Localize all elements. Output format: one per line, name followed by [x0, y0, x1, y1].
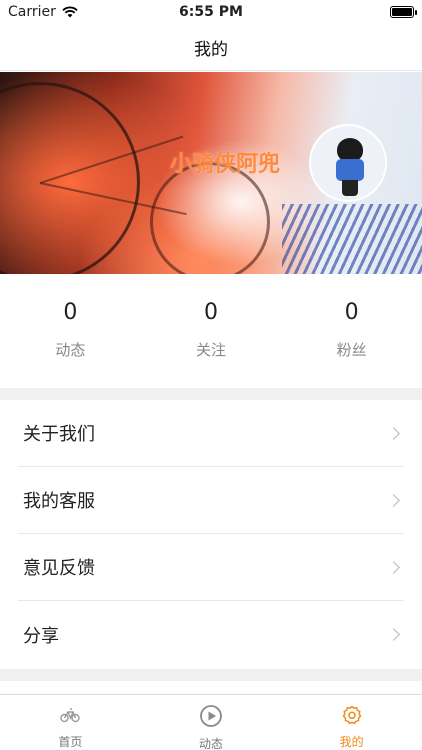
- menu-item-label: 我的客服: [23, 491, 95, 512]
- stat-posts[interactable]: 0 动态: [0, 296, 141, 388]
- chevron-right-icon: [387, 493, 400, 507]
- stat-label: 动态: [55, 341, 86, 359]
- menu-item-label: 分享: [23, 625, 59, 647]
- gear-icon: [341, 705, 363, 725]
- brush-stroke-decoration: [282, 204, 422, 274]
- banner-username: 小骑侠阿兜: [170, 152, 281, 177]
- chevron-right-icon: [387, 560, 400, 574]
- tab-home[interactable]: 首页: [0, 695, 141, 750]
- tab-label: 首页: [58, 735, 83, 749]
- stat-value: 0: [344, 300, 359, 325]
- play-circle-icon: [200, 705, 222, 727]
- profile-banner: 小骑侠阿兜: [0, 72, 422, 274]
- stat-label: 关注: [196, 341, 227, 359]
- menu-item-share[interactable]: 分享: [18, 601, 404, 668]
- stats-row: 0 动态 0 关注 0 粉丝: [0, 296, 422, 388]
- stat-value: 0: [63, 300, 78, 325]
- menu-item-label: 意见反馈: [23, 558, 95, 579]
- stat-followers[interactable]: 0 粉丝: [281, 296, 422, 388]
- avatar-body: [336, 159, 364, 181]
- tab-mine[interactable]: 我的: [281, 695, 422, 750]
- tab-feed[interactable]: 动态: [141, 695, 282, 750]
- page-title: 我的: [194, 39, 228, 60]
- tab-bar: 首页 动态 我的: [0, 694, 422, 750]
- bicycle-wheel-decoration: [0, 82, 140, 274]
- stat-following[interactable]: 0 关注: [141, 296, 282, 388]
- chevron-right-icon: [387, 426, 400, 440]
- stat-label: 粉丝: [336, 341, 367, 359]
- status-time: 6:55 PM: [179, 4, 243, 20]
- menu-item-customer-service[interactable]: 我的客服: [18, 467, 404, 534]
- section-divider: [0, 388, 422, 400]
- avatar[interactable]: [309, 124, 387, 202]
- menu-item-about-us[interactable]: 关于我们: [18, 400, 404, 467]
- section-divider: [0, 669, 422, 681]
- stat-value: 0: [204, 300, 218, 325]
- settings-menu: 关于我们 我的客服 意见反馈 分享: [0, 400, 422, 668]
- bicycle-wheel-decoration: [150, 162, 270, 274]
- bicycle-icon: [59, 705, 81, 725]
- tab-label: 动态: [199, 737, 224, 750]
- avatar-legs: [342, 180, 358, 196]
- chevron-right-icon: [387, 628, 400, 641]
- menu-item-feedback[interactable]: 意见反馈: [18, 534, 404, 601]
- nav-bar: 我的: [0, 24, 422, 71]
- tab-label: 我的: [339, 735, 364, 749]
- menu-item-label: 关于我们: [23, 424, 95, 445]
